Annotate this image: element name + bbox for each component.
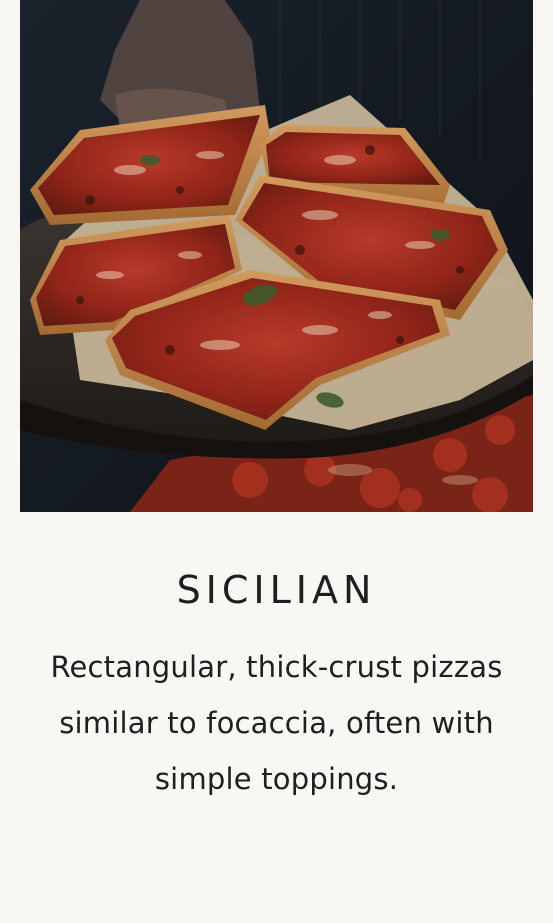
sicilian-pizza-photo: [20, 0, 533, 512]
pizza-style-title: SICILIAN: [176, 567, 377, 612]
pizza-style-card[interactable]: SICILIAN Rectangular, thick-crust pizzas…: [0, 0, 553, 923]
pizza-style-description: Rectangular, thick-crust pizzas similar …: [50, 650, 503, 796]
